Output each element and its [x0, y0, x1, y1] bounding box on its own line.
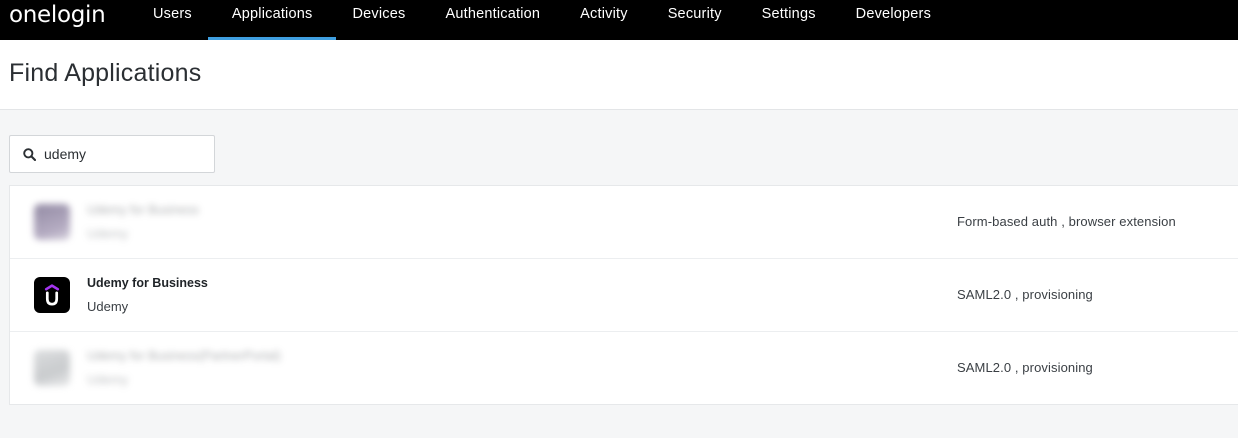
- search-box[interactable]: [9, 135, 215, 173]
- nav-item-authentication[interactable]: Authentication: [425, 0, 560, 40]
- nav-item-settings[interactable]: Settings: [742, 0, 836, 40]
- result-row[interactable]: Udemy for Business(PartnerPortal) Udemy …: [10, 332, 1238, 405]
- nav-item-users[interactable]: Users: [133, 0, 212, 40]
- nav-item-developers[interactable]: Developers: [836, 0, 951, 40]
- result-row[interactable]: Udemy for Business Udemy SAML2.0 , provi…: [10, 259, 1238, 332]
- udemy-logo-icon: [34, 277, 70, 313]
- app-icon: [34, 350, 70, 386]
- nav-menu: Users Applications Devices Authenticatio…: [133, 0, 951, 40]
- app-auth-type: Form-based auth , browser extension: [957, 214, 1176, 229]
- app-name: Udemy for Business: [87, 203, 199, 217]
- page-header: Find Applications: [0, 40, 1238, 110]
- app-name: Udemy for Business(PartnerPortal): [87, 349, 281, 363]
- app-icon: [34, 204, 70, 240]
- app-auth-type: SAML2.0 , provisioning: [957, 287, 1093, 302]
- search-input[interactable]: [44, 146, 194, 162]
- app-vendor: Udemy: [87, 299, 129, 314]
- app-vendor: Udemy: [87, 372, 129, 387]
- nav-item-security[interactable]: Security: [648, 0, 742, 40]
- nav-item-applications[interactable]: Applications: [207, 0, 337, 40]
- app-vendor: Udemy: [87, 226, 129, 241]
- results-list: Udemy for Business Udemy Form-based auth…: [9, 185, 1238, 405]
- nav-item-activity[interactable]: Activity: [560, 0, 648, 40]
- result-row[interactable]: Udemy for Business Udemy Form-based auth…: [10, 186, 1238, 259]
- nav-item-devices[interactable]: Devices: [332, 0, 425, 40]
- page-title: Find Applications: [9, 59, 202, 87]
- search-icon: [23, 147, 36, 161]
- app-auth-type: SAML2.0 , provisioning: [957, 360, 1093, 375]
- top-navigation-bar: onelogin Users Applications Devices Auth…: [0, 0, 1238, 40]
- onelogin-logo[interactable]: onelogin: [9, 0, 106, 30]
- app-name: Udemy for Business: [87, 276, 208, 290]
